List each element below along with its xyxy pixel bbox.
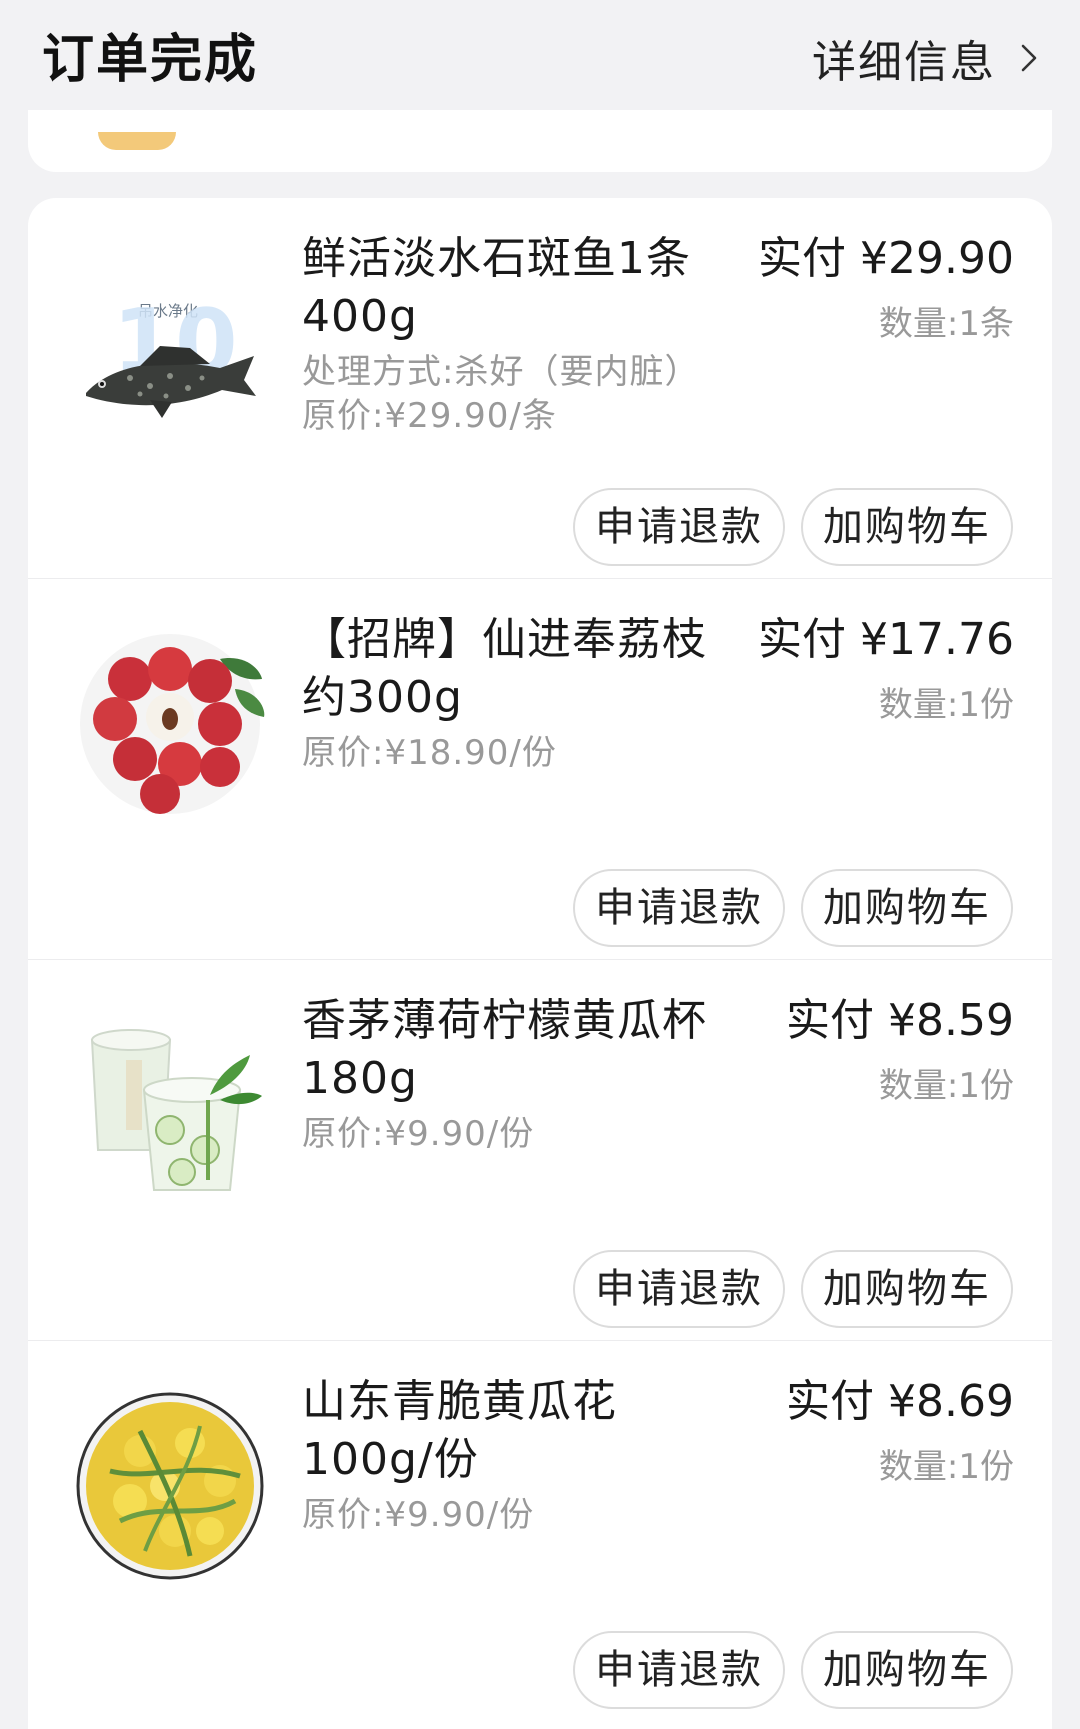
order-detail-link[interactable]: 详细信息 (812, 26, 1038, 90)
product-paid-amount: 实付 ¥8.69 (786, 1376, 1014, 1427)
product-name: 【招牌】仙进奉荔枝约300g (302, 614, 707, 723)
product-name: 鲜活淡水石斑鱼1条400g (302, 233, 691, 342)
order-status-title: 订单完成 (42, 30, 259, 90)
product-quantity: 数量:1份 (878, 1447, 1014, 1487)
previous-card-thumbnail-edge (98, 132, 176, 150)
chevron-right-icon (1021, 44, 1037, 72)
add-to-cart-button[interactable]: 加购物车 (801, 869, 1013, 947)
add-to-cart-button[interactable]: 加购物车 (801, 1250, 1013, 1328)
product-paid-amount: 实付 ¥17.76 (758, 614, 1014, 665)
product-original-price: 原价:¥9.90/份 (302, 1114, 535, 1154)
request-refund-button[interactable]: 申请退款 (573, 1631, 785, 1709)
cucumber-flower-image (70, 1381, 270, 1581)
product-paid-amount: 实付 ¥8.59 (786, 995, 1014, 1046)
product-paid-amount: 实付 ¥29.90 (758, 233, 1014, 284)
product-original-price: 原价:¥29.90/条 (302, 396, 557, 436)
request-refund-button[interactable]: 申请退款 (573, 869, 785, 947)
product-item[interactable]: 吊水净化 10 鲜活淡水石斑鱼1条400g 处理方式:杀好（要内脏） 原价:¥2… (28, 198, 1052, 579)
add-to-cart-button[interactable]: 加购物车 (801, 1631, 1013, 1709)
product-item[interactable]: 山东青脆黄瓜花100g/份 原价:¥9.90/份 实付 ¥8.69 数量:1份 … (28, 1341, 1052, 1721)
previous-card-bottom-edge (28, 110, 1052, 172)
detail-link-label: 详细信息 (812, 37, 996, 88)
request-refund-button[interactable]: 申请退款 (573, 1250, 785, 1328)
product-list-card: 吊水净化 10 鲜活淡水石斑鱼1条400g 处理方式:杀好（要内脏） 原价:¥2… (28, 198, 1052, 1729)
product-item[interactable]: 香茅薄荷柠檬黄瓜杯180g 原价:¥9.90/份 实付 ¥8.59 数量:1份 … (28, 960, 1052, 1341)
product-quantity: 数量:1条 (878, 304, 1014, 344)
product-quantity: 数量:1份 (878, 685, 1014, 725)
product-original-price: 原价:¥18.90/份 (302, 733, 557, 773)
request-refund-button[interactable]: 申请退款 (573, 488, 785, 566)
grouper-fish-image: 吊水净化 10 (70, 238, 270, 438)
product-name: 香茅薄荷柠檬黄瓜杯180g (302, 995, 707, 1104)
cucumber-drink-cup-image (70, 1000, 270, 1200)
product-quantity: 数量:1份 (878, 1066, 1014, 1106)
order-header: 订单完成 详细信息 (0, 0, 1080, 125)
lychee-image (70, 619, 270, 819)
order-detail-page: 订单完成 详细信息 吊水净化 10 鲜活淡水石斑鱼1条400g 处理方式:杀好（… (0, 0, 1080, 1729)
product-name: 山东青脆黄瓜花100g/份 (302, 1376, 617, 1485)
add-to-cart-button[interactable]: 加购物车 (801, 488, 1013, 566)
product-processing-method: 处理方式:杀好（要内脏） (302, 352, 700, 392)
product-original-price: 原价:¥9.90/份 (302, 1495, 535, 1535)
product-item[interactable]: 【招牌】仙进奉荔枝约300g 原价:¥18.90/份 实付 ¥17.76 数量:… (28, 579, 1052, 960)
